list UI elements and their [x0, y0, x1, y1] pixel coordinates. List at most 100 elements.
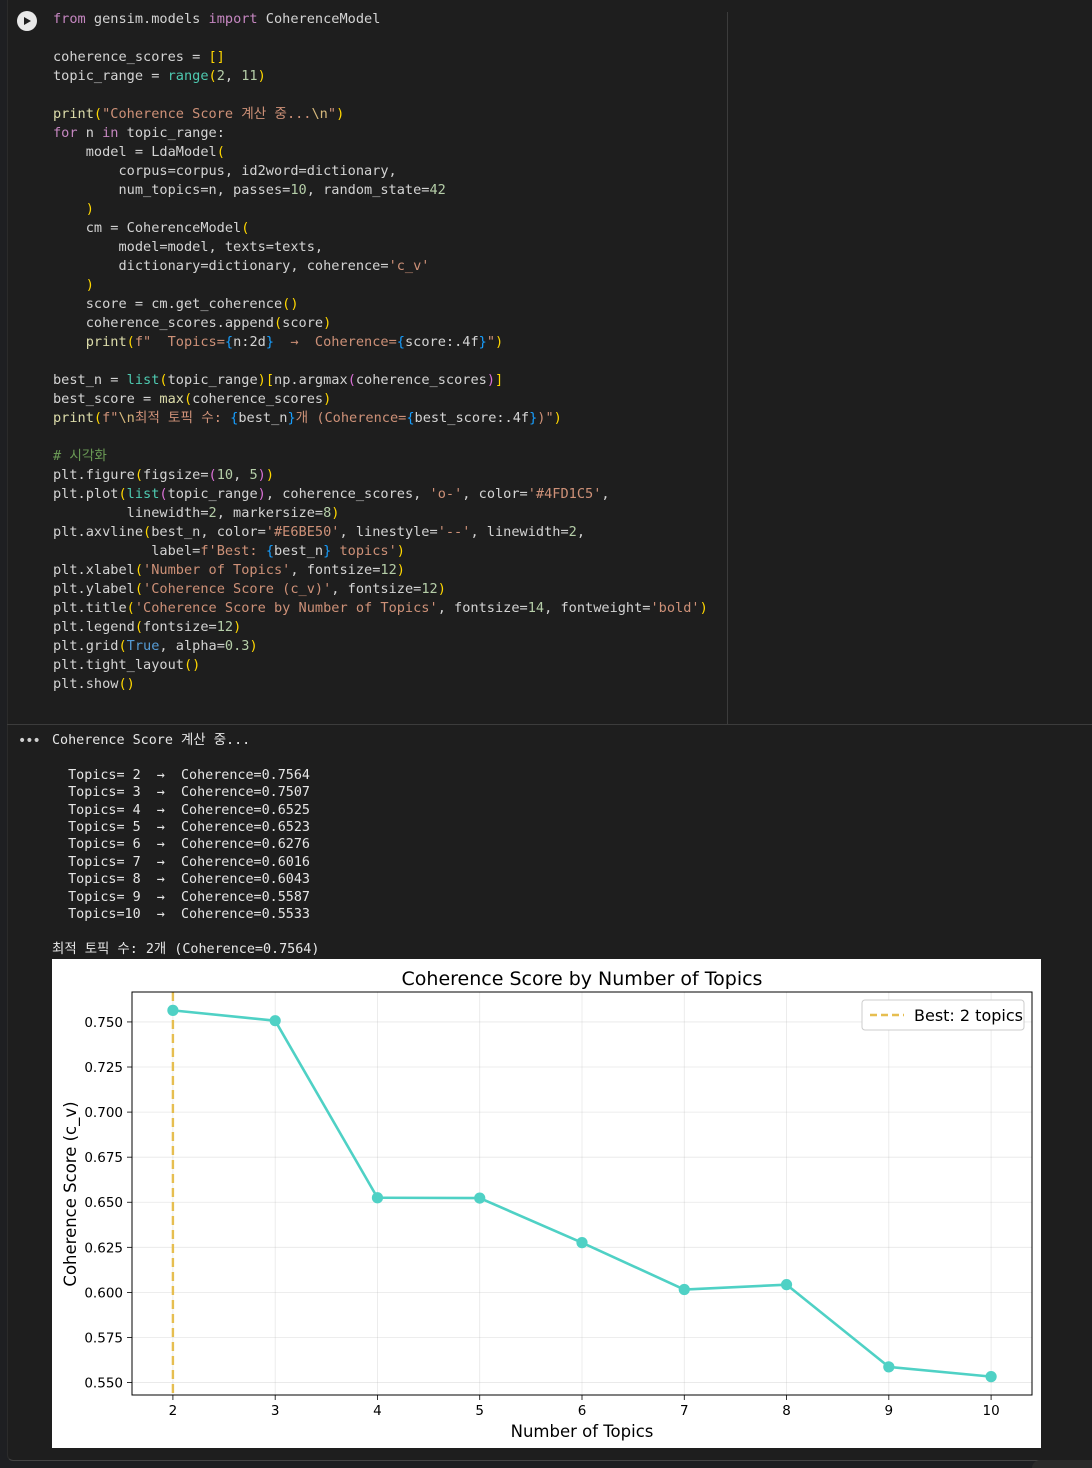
code-line: coherence_scores.append(score) [53, 314, 723, 333]
data-point [985, 1371, 997, 1383]
code-token: 'bold' [650, 600, 700, 616]
code-token: coherence_scores = [53, 49, 209, 65]
code-line: plt.ylabel('Coherence Score (c_v)', font… [53, 580, 723, 599]
data-point [883, 1361, 895, 1373]
code-token: best_n, color= [151, 524, 266, 540]
code-token: , linewidth= [470, 524, 569, 540]
code-token: () [282, 296, 299, 312]
code-token: 12 [216, 619, 234, 635]
code-token: cm = CoherenceModel [53, 220, 242, 236]
data-point [474, 1192, 486, 1204]
code-token: for [53, 125, 78, 141]
x-tick-label: 7 [680, 1403, 689, 1419]
output-divider [7, 724, 1092, 725]
code-line: from gensim.models import CoherenceModel [53, 10, 723, 29]
code-line: linewidth=2, markersize=8) [53, 504, 723, 523]
code-token: plt.xlabel [53, 562, 135, 578]
y-tick-label: 0.700 [84, 1105, 123, 1121]
code-token: ) [336, 106, 345, 122]
code-line: plt.title('Coherence Score by Number of … [53, 599, 723, 618]
code-token: ( [134, 562, 144, 578]
code-token: , fontsize= [331, 581, 422, 597]
code-token: list [126, 486, 160, 502]
x-tick-label: 10 [982, 1403, 999, 1419]
output-line: Topics= 6 → Coherence=0.6276 [52, 837, 310, 853]
code-token: , [601, 486, 610, 502]
code-token: , markersize= [216, 505, 324, 521]
code-token: 12 [421, 581, 438, 597]
code-line: model = LdaModel( [53, 143, 723, 162]
code-token: () [118, 676, 135, 692]
code-line: model=model, texts=texts, [53, 238, 723, 257]
code-token: 0.3 [224, 638, 250, 654]
code-line: score = cm.get_coherence() [53, 295, 723, 314]
code-token: best_score:.4f [414, 410, 530, 426]
code-token: f" [102, 410, 119, 426]
output-line: Topics=10 → Coherence=0.5533 [52, 906, 310, 922]
output-line: Topics= 7 → Coherence=0.6016 [52, 854, 310, 870]
code-line: label=f'Best: {best_n} topics') [53, 542, 723, 561]
code-token: f" Topics= [134, 334, 225, 350]
code-token: ( [216, 144, 225, 160]
code-line: ) [53, 276, 723, 295]
code-token: best_n = [53, 372, 127, 388]
code-token: 2 [216, 68, 225, 84]
code-token: → Coherence= [274, 334, 397, 350]
code-token: { [265, 543, 274, 559]
code-token: ( [93, 410, 103, 426]
code-token: score = cm.get_coherence [53, 296, 283, 312]
code-line: # 시각화 [53, 447, 723, 466]
code-token: " [486, 334, 496, 350]
code-line: topic_range = range(2, 11) [53, 67, 723, 86]
run-cell-button[interactable] [17, 11, 37, 31]
code-token: ( [273, 315, 283, 331]
code-token: () [183, 657, 201, 673]
y-tick-label: 0.550 [84, 1376, 123, 1392]
code-token: topic_range [167, 486, 258, 502]
code-token: '#4FD1C5' [527, 486, 602, 502]
data-point [269, 1015, 281, 1027]
code-line: for n in topic_range: [53, 124, 723, 143]
code-token: ( [143, 524, 152, 540]
x-axis-label: Number of Topics [511, 1422, 654, 1441]
code-token: 'c_v' [388, 258, 430, 274]
output-line: Topics= 3 → Coherence=0.7507 [52, 785, 310, 801]
code-token: ) [233, 619, 242, 635]
data-point [678, 1283, 690, 1296]
code-token: linewidth= [53, 505, 209, 521]
code-token: 2 [208, 505, 217, 521]
code-token: ) [323, 391, 332, 407]
code-token: ) [323, 315, 332, 331]
legend: Best: 2 topics [861, 999, 1025, 1031]
y-tick-label: 0.650 [84, 1195, 123, 1211]
code-token: } [287, 410, 296, 426]
output-menu-icon[interactable]: ••• [18, 733, 41, 749]
code-token: 11 [241, 68, 258, 84]
code-token: )" [537, 410, 554, 426]
code-token: ( [159, 486, 168, 502]
code-token: best_n [238, 410, 288, 426]
y-axis-label: Coherence Score (c_v) [61, 1101, 81, 1286]
code-token: best_score = [53, 391, 160, 407]
code-token: plt.title [53, 600, 127, 616]
code-token: label= [53, 543, 201, 559]
code-token: ) [249, 638, 258, 654]
code-token: coherence_scores [355, 372, 487, 388]
code-token: [ [265, 372, 275, 388]
y-tick-label: 0.750 [84, 1015, 123, 1031]
code-token: , [233, 467, 250, 483]
code-token: CoherenceModel [257, 11, 381, 27]
code-token: , alpha= [159, 638, 225, 654]
code-token: plt.show [53, 676, 119, 692]
code-editor[interactable]: from gensim.models import CoherenceModel… [53, 10, 723, 694]
code-token: ) [331, 505, 340, 521]
code-token: f'Best: [200, 543, 266, 559]
code-token: ) [437, 581, 446, 597]
code-line: plt.figure(figsize=(10, 5)) [53, 466, 723, 485]
output-line: Topics= 5 → Coherence=0.6523 [52, 819, 310, 835]
code-token: 'o-' [429, 486, 463, 502]
axis-layer: 2 3 4 5 6 7 8 9 10 0.550 0.575 0.600 0.625 0.650 0.675… [84, 991, 1033, 1419]
